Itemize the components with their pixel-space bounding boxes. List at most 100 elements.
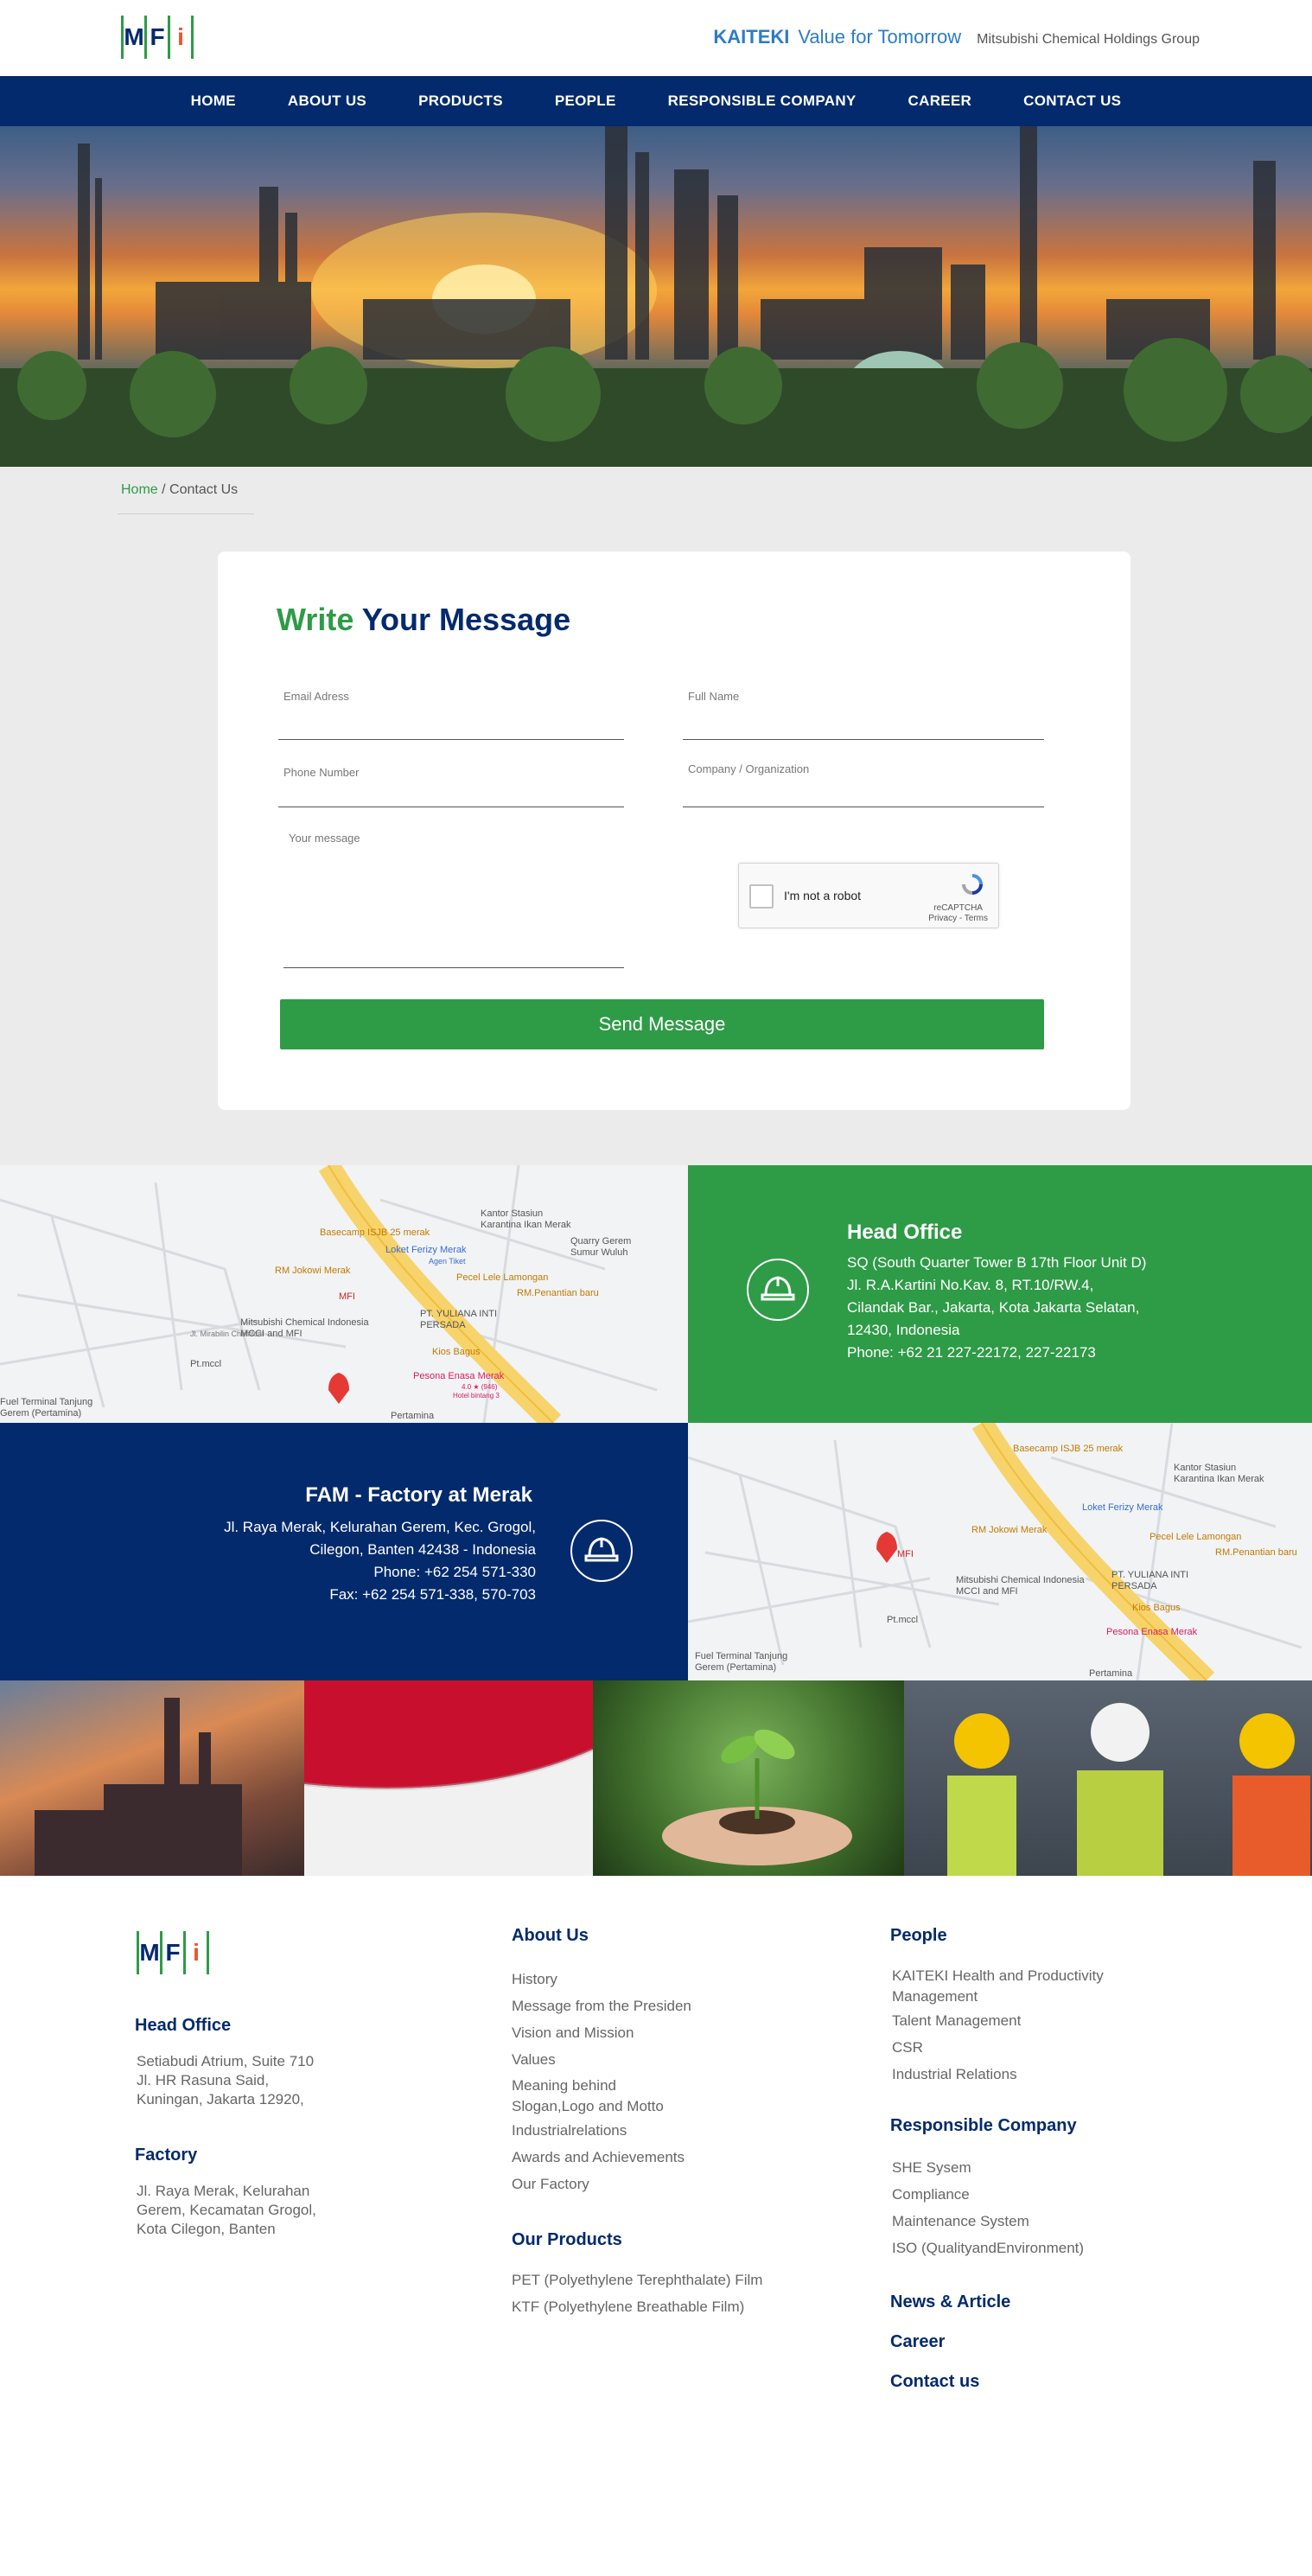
phone-label: Phone Number <box>283 766 360 779</box>
map-label: MFI <box>339 1291 355 1302</box>
footer-people-title[interactable]: People <box>890 1926 947 1946</box>
head-office-line: Jl. R.A.Kartini No.Kav. 8, RT.10/RW.4, <box>847 1277 1094 1293</box>
send-message-button[interactable]: Send Message <box>280 999 1044 1049</box>
form-title-blue: Your Message <box>361 602 571 637</box>
map-label: Kantor Stasiun Karantina Ikan Merak <box>481 1208 571 1230</box>
email-field[interactable]: Email Adress <box>278 690 624 740</box>
recaptcha-logo-icon <box>962 874 983 895</box>
footer-link-factory[interactable]: Our Factory <box>512 2171 691 2197</box>
factory-map[interactable]: Basecamp ISJB 25 merak Kantor Stasiun Ka… <box>688 1423 1312 1680</box>
logo-divider <box>207 1931 209 1974</box>
footer-link-industrial-relations[interactable]: Industrial Relations <box>892 2061 1104 2088</box>
email-label: Email Adress <box>283 690 349 703</box>
footer-link-vision[interactable]: Vision and Mission <box>512 2019 691 2046</box>
footer-link-history[interactable]: History <box>512 1966 691 1993</box>
footer-link-maintenance[interactable]: Maintenance System <box>892 2208 1084 2235</box>
footer-link-csr[interactable]: CSR <box>892 2034 1104 2061</box>
company-field[interactable]: Company / Organization <box>683 762 1044 807</box>
footer-link-kaiteki-line1: KAITEKI Health and Productivity <box>892 1967 1104 1984</box>
company-label: Company / Organization <box>688 762 810 775</box>
map-label: Loket Ferizy Merak <box>1082 1502 1163 1513</box>
nav-products[interactable]: PRODUCTS <box>392 92 529 110</box>
recaptcha-checkbox[interactable] <box>749 884 774 909</box>
footer-people-list: KAITEKI Health and Productivity Manageme… <box>892 1966 1104 2088</box>
footer-link-kaiteki[interactable]: KAITEKI Health and Productivity Manageme… <box>892 1966 1104 2007</box>
mfi-logo[interactable]: M F i <box>121 16 194 59</box>
holdings-group: Mitsubishi Chemical Holdings Group <box>977 32 1200 47</box>
footer-news-link[interactable]: News & Article <box>890 2292 1010 2312</box>
footer-link-awards[interactable]: Awards and Achievements <box>512 2144 691 2171</box>
address-line: Jl. HR Rasuna Said, <box>137 2072 270 2088</box>
nav-about-us[interactable]: ABOUT US <box>262 92 392 110</box>
footer-link-kaiteki-line2: Management <box>892 1988 978 2005</box>
map-label: Jl. Mirabilin Chemical <box>190 1329 264 1338</box>
head-office-phone: Phone: +62 21 227-22172, 227-22173 <box>847 1344 1096 1361</box>
nav-responsible-company[interactable]: RESPONSIBLE COMPANY <box>642 92 882 110</box>
recaptcha-links[interactable]: Privacy - Terms <box>928 914 988 924</box>
footer-link-ktf[interactable]: KTF (Polyethylene Breathable Film) <box>512 2293 762 2320</box>
workers-photo <box>904 1680 1312 1876</box>
map-label: RM.Penantian baru <box>1215 1547 1297 1558</box>
head-office-title: Head Office <box>847 1221 963 1244</box>
head-office-line: Cilandak Bar., Jakarta, Kota Jakarta Sel… <box>847 1299 1140 1316</box>
value-for-tomorrow: Value for Tomorrow <box>798 26 962 48</box>
footer-about-title[interactable]: About Us <box>512 1926 589 1946</box>
factory-fax: Fax: +62 254 571-338, 570-703 <box>329 1586 536 1603</box>
footer-about-list: History Message from the Presiden Vision… <box>512 1966 691 2197</box>
footer-factory-address: Jl. Raya Merak, Kelurahan Gerem, Kecamat… <box>137 2182 316 2239</box>
footer-products-title[interactable]: Our Products <box>512 2230 622 2250</box>
nav-career[interactable]: CAREER <box>882 92 998 110</box>
logo-letter-i: i <box>177 23 184 50</box>
logo-letter-f: F <box>165 1939 181 1966</box>
map-label: Hotel bintang 3 <box>453 1392 500 1400</box>
map-label: PT. YULIANA INTI PERSADA <box>420 1309 498 1330</box>
recaptcha-label: I'm not a robot <box>784 889 862 902</box>
map-label: Quarry Gerem Sumur Wuluh <box>570 1236 632 1258</box>
breadcrumb-home[interactable]: Home <box>121 482 158 497</box>
footer-contact-link[interactable]: Contact us <box>890 2372 979 2392</box>
full-name-field[interactable]: Full Name <box>683 690 1044 740</box>
nav-contact-us[interactable]: CONTACT US <box>997 92 1147 110</box>
address-line: Kuningan, Jakarta 12920, <box>137 2091 304 2107</box>
map-label: Loket Ferizy Merak <box>385 1245 467 1255</box>
factory-address: Jl. Raya Merak, Kelurahan Gerem, Kec. Gr… <box>224 1516 536 1606</box>
footer-link-message[interactable]: Message from the Presiden <box>512 1993 691 2019</box>
seedling-graphic <box>662 1729 852 1865</box>
footer-responsible-title[interactable]: Responsible Company <box>890 2116 1077 2136</box>
logo-letter-f: F <box>150 23 165 50</box>
factory-line: Cilegon, Banten 42438 - Indonesia <box>309 1541 536 1558</box>
logo-divider <box>191 16 194 59</box>
footer-head-office-title: Head Office <box>135 2016 232 2035</box>
footer-mfi-logo[interactable]: M F i <box>137 1931 209 1974</box>
footer-link-industrial[interactable]: Industrialrelations <box>512 2117 691 2144</box>
head-office-map[interactable]: Basecamp ISJB 25 merak Kantor Stasiun Ka… <box>0 1165 688 1423</box>
phone-field[interactable]: Phone Number <box>278 766 624 807</box>
footer-link-meaning[interactable]: Meaning behind Slogan,Logo and Motto <box>512 2075 691 2117</box>
seedling-photo <box>593 1680 904 1876</box>
site-footer: M F i Head Office Setiabudi Atrium, Suit… <box>0 1876 1312 2576</box>
factory-phone: Phone: +62 254 571-330 <box>373 1564 536 1580</box>
refinery-illustration <box>0 126 1312 467</box>
footer-link-values[interactable]: Values <box>512 2046 691 2073</box>
footer-link-she[interactable]: SHE Sysem <box>892 2154 1084 2181</box>
map-label: RM.Penantian baru <box>517 1288 599 1298</box>
message-label: Your message <box>289 832 360 845</box>
footer-link-talent[interactable]: Talent Management <box>892 2007 1104 2034</box>
message-field[interactable]: Your message <box>283 832 624 968</box>
nav-people[interactable]: PEOPLE <box>529 92 642 110</box>
map-label: PT. YULIANA INTI PERSADA <box>1111 1570 1189 1591</box>
footer-link-pet[interactable]: PET (Polyethylene Terephthalate) Film <box>512 2267 762 2293</box>
indonesia-flag-photo <box>304 1680 593 1876</box>
address-line: Jl. Raya Merak, Kelurahan <box>137 2183 310 2199</box>
footer-career-link[interactable]: Career <box>890 2332 945 2352</box>
footer-products-list: PET (Polyethylene Terephthalate) Film KT… <box>512 2267 762 2320</box>
breadcrumb-current: Contact Us <box>169 482 239 497</box>
footer-link-iso[interactable]: ISO (QualityandEnvironment) <box>892 2235 1084 2261</box>
nav-home[interactable]: HOME <box>165 92 262 110</box>
footer-link-compliance[interactable]: Compliance <box>892 2181 1084 2208</box>
map-label: Pecel Lele Lamongan <box>1150 1532 1242 1542</box>
site-header: M F i KAITEKI Value for Tomorrow Mitsubi… <box>0 0 1312 76</box>
map-label: Pt.mccl <box>190 1359 222 1369</box>
address-line: Kota Cilegon, Banten <box>137 2221 276 2237</box>
form-title-green: Write <box>277 602 354 637</box>
